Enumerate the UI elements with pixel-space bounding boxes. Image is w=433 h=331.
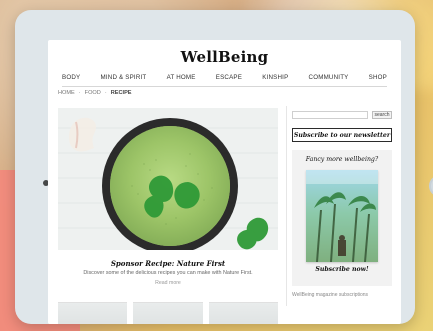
subscription-promo: Fancy more wellbeing? Subscribe now! — [292, 150, 392, 286]
article-thumbnail[interactable] — [133, 302, 203, 324]
magazine-cover-header — [306, 170, 378, 184]
sidebar-footer-text: WellBeing magazine subscriptions — [292, 292, 369, 298]
nav-item-at-home[interactable]: AT HOME — [167, 74, 196, 81]
breadcrumb-food[interactable]: FOOD — [85, 90, 101, 96]
more-articles-strip — [58, 302, 278, 324]
article-thumbnail[interactable] — [58, 302, 128, 324]
main-navigation: BODY MIND & SPIRIT AT HOME ESCAPE KINSHI… — [62, 70, 387, 84]
hero-image[interactable] — [58, 108, 278, 250]
nav-item-escape[interactable]: ESCAPE — [216, 74, 242, 81]
breadcrumb-separator: · — [78, 90, 81, 96]
nav-item-shop[interactable]: SHOP — [369, 74, 387, 81]
breadcrumb-current: RECIPE — [110, 90, 132, 96]
website-screen: WellBeing BODY MIND & SPIRIT AT HOME ESC… — [48, 40, 401, 324]
promo-title: Fancy more wellbeing? — [305, 156, 379, 163]
nav-item-body[interactable]: BODY — [62, 74, 80, 81]
search-button[interactable]: search — [372, 111, 392, 119]
subscribe-now-link[interactable]: Subscribe now! — [292, 266, 392, 273]
breadcrumb-separator: · — [104, 90, 107, 96]
newsletter-button[interactable]: Subscribe to our newsletter — [292, 128, 392, 142]
sidebar-divider — [286, 106, 287, 306]
site-header: WellBeing BODY MIND & SPIRIT AT HOME ESC… — [48, 40, 401, 92]
search-area: search — [292, 110, 392, 120]
hero-title[interactable]: Sponsor Recipe: Nature First — [58, 259, 278, 268]
hero-read-more[interactable]: Read more — [58, 280, 278, 286]
breadcrumb-home[interactable]: HOME — [58, 90, 75, 96]
article-thumbnail[interactable] — [208, 302, 278, 324]
nav-item-community[interactable]: COMMUNITY — [309, 74, 349, 81]
site-logo[interactable]: WellBeing — [48, 48, 401, 66]
nav-item-mind-spirit[interactable]: MIND & SPIRIT — [101, 74, 147, 81]
nav-divider — [62, 86, 387, 87]
sidebar: search Subscribe to our newsletter Fancy… — [292, 106, 392, 324]
search-input[interactable] — [292, 111, 368, 119]
hero-illustration — [58, 108, 278, 250]
hero-subtitle: Discover some of the delicious recipes y… — [83, 270, 253, 276]
breadcrumb: HOME · FOOD · RECIPE — [58, 90, 132, 96]
nav-item-kinship[interactable]: KINSHIP — [262, 74, 288, 81]
magazine-cover[interactable] — [306, 170, 378, 262]
